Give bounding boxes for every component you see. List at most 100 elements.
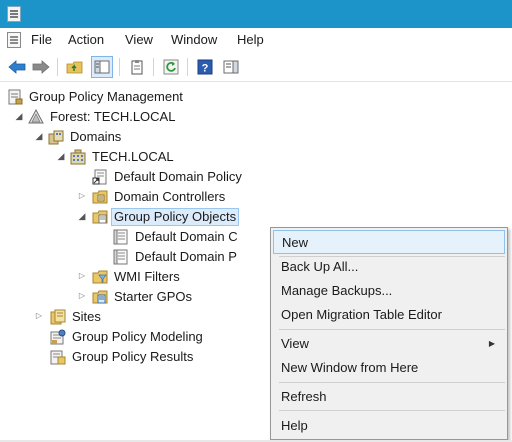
tree-label-root: Group Policy Management xyxy=(29,89,183,104)
expand-arrow-sites[interactable]: ▷ xyxy=(34,311,44,320)
menu-item-view-label: View xyxy=(281,335,309,351)
expand-arrow-domain[interactable]: ◢ xyxy=(56,151,66,162)
menu-item-refresh-label: Refresh xyxy=(281,388,327,404)
forward-button[interactable] xyxy=(30,56,52,78)
domains-icon xyxy=(48,129,64,145)
refresh-icon xyxy=(163,59,179,75)
toolbar-separator xyxy=(119,58,120,76)
starter-gpo-folder-icon xyxy=(92,289,108,305)
gpo-link-icon xyxy=(92,169,108,185)
modeling-icon xyxy=(50,329,66,345)
tree-label-gpo-container: Group Policy Objects xyxy=(111,208,240,226)
show-hide-tree-button[interactable] xyxy=(91,56,113,78)
menu-item-manage-backups[interactable]: Manage Backups... xyxy=(273,278,505,302)
menu-separator xyxy=(279,329,505,330)
gpo-icon xyxy=(113,229,129,245)
tree-label-domains: Domains xyxy=(70,129,122,144)
results-icon xyxy=(50,349,66,365)
menu-item-manage-backups-label: Manage Backups... xyxy=(281,282,393,298)
forward-arrow-icon xyxy=(32,60,50,74)
title-bar xyxy=(0,0,512,28)
menu-item-view[interactable]: View ▶ xyxy=(273,331,505,355)
wmi-folder-icon xyxy=(92,269,108,285)
tree-node-modeling[interactable]: Group Policy Modeling xyxy=(50,327,206,347)
menu-help[interactable]: Help xyxy=(237,32,264,47)
toolbar-separator xyxy=(57,58,58,76)
tree-label-gpo-2: Default Domain P xyxy=(135,249,237,264)
tree-node-wmi-filters[interactable]: WMI Filters xyxy=(92,267,183,287)
menu-item-migration-editor-label: Open Migration Table Editor xyxy=(281,306,442,322)
tree-label-default-policy: Default Domain Policy xyxy=(114,169,242,184)
tree-label-domain: TECH.LOCAL xyxy=(92,149,174,164)
tree-node-gpo-container[interactable]: Group Policy Objects xyxy=(89,207,240,227)
menu-item-backup-all-label: Back Up All... xyxy=(281,258,359,274)
tree-node-gpo-1[interactable]: Default Domain C xyxy=(113,227,241,247)
console-tree-icon xyxy=(94,60,110,74)
forest-icon xyxy=(28,108,44,125)
toolbar: ? xyxy=(0,52,512,82)
tree-label-gpo-1: Default Domain C xyxy=(135,229,238,244)
menu-separator xyxy=(279,382,505,383)
tree-node-starter-gpos[interactable]: Starter GPOs xyxy=(92,287,195,307)
tree-node-domain[interactable]: TECH.LOCAL xyxy=(70,147,177,167)
tree-node-gpo-2[interactable]: Default Domain P xyxy=(113,247,240,267)
svg-text:?: ? xyxy=(202,63,209,75)
tree-label-starter-gpos: Starter GPOs xyxy=(114,289,193,304)
menu-item-new-window-label: New Window from Here xyxy=(281,359,419,375)
folder-up-icon xyxy=(66,61,83,74)
tree-node-default-policy[interactable]: Default Domain Policy xyxy=(92,167,245,187)
expand-arrow-domain-controllers[interactable]: ▷ xyxy=(77,191,87,200)
expand-arrow-starter-gpos[interactable]: ▷ xyxy=(77,291,87,300)
toolbar-separator xyxy=(187,58,188,76)
menu-item-backup-all[interactable]: Back Up All... xyxy=(273,254,505,278)
ou-folder-icon xyxy=(92,189,108,205)
tree-label-results: Group Policy Results xyxy=(72,349,194,364)
sites-icon xyxy=(50,309,66,325)
action-pane-button[interactable] xyxy=(220,56,242,78)
menu-item-new-window[interactable]: New Window from Here xyxy=(273,355,505,379)
menu-separator xyxy=(279,410,505,411)
menu-view[interactable]: View xyxy=(125,32,153,47)
tree-node-domain-controllers[interactable]: Domain Controllers xyxy=(92,187,228,207)
expand-arrow-domains[interactable]: ◢ xyxy=(34,131,44,142)
tree-label-sites: Sites xyxy=(72,309,101,324)
tree-node-sites[interactable]: Sites xyxy=(50,307,104,327)
menu-item-new[interactable]: New xyxy=(273,230,505,254)
document-icon[interactable] xyxy=(7,32,21,48)
up-level-button[interactable] xyxy=(64,56,86,78)
tree-label-modeling: Group Policy Modeling xyxy=(72,329,203,344)
menu-item-migration-editor[interactable]: Open Migration Table Editor xyxy=(273,302,505,326)
expand-arrow-gpo-container[interactable]: ◢ xyxy=(77,211,87,222)
menu-bar: File Action View Window Help xyxy=(0,28,512,52)
tree-node-domains[interactable]: Domains xyxy=(48,127,124,147)
refresh-button[interactable] xyxy=(160,56,182,78)
toolbar-separator xyxy=(153,58,154,76)
menu-item-help[interactable]: Help xyxy=(273,413,505,437)
back-arrow-icon xyxy=(8,60,26,74)
menu-file[interactable]: File xyxy=(31,32,52,47)
app-icon[interactable] xyxy=(7,6,21,22)
tree-node-results[interactable]: Group Policy Results xyxy=(50,347,196,367)
gpmc-icon xyxy=(7,89,23,105)
menu-action[interactable]: Action xyxy=(68,32,104,47)
clipboard-icon xyxy=(131,60,143,75)
menu-item-help-label: Help xyxy=(281,417,308,433)
back-button[interactable] xyxy=(6,56,28,78)
menu-window[interactable]: Window xyxy=(171,32,217,47)
help-button[interactable]: ? xyxy=(194,56,216,78)
help-icon: ? xyxy=(197,59,213,75)
context-menu: New Back Up All... Manage Backups... Ope… xyxy=(270,227,508,440)
properties-button[interactable] xyxy=(126,56,148,78)
action-pane-icon xyxy=(223,60,239,74)
gpo-icon xyxy=(113,249,129,265)
tree-label-wmi-filters: WMI Filters xyxy=(114,269,180,284)
tree-node-forest[interactable]: Forest: TECH.LOCAL xyxy=(28,107,178,127)
tree-label-domain-controllers: Domain Controllers xyxy=(114,189,226,204)
expand-arrow-wmi-filters[interactable]: ▷ xyxy=(77,271,87,280)
domain-icon xyxy=(70,149,86,165)
menu-item-refresh[interactable]: Refresh xyxy=(273,384,505,408)
expand-arrow-forest[interactable]: ◢ xyxy=(14,111,24,122)
tree-label-forest: Forest: TECH.LOCAL xyxy=(50,109,176,124)
tree-node-root[interactable]: Group Policy Management xyxy=(7,87,186,107)
submenu-arrow-icon: ▶ xyxy=(488,338,495,348)
